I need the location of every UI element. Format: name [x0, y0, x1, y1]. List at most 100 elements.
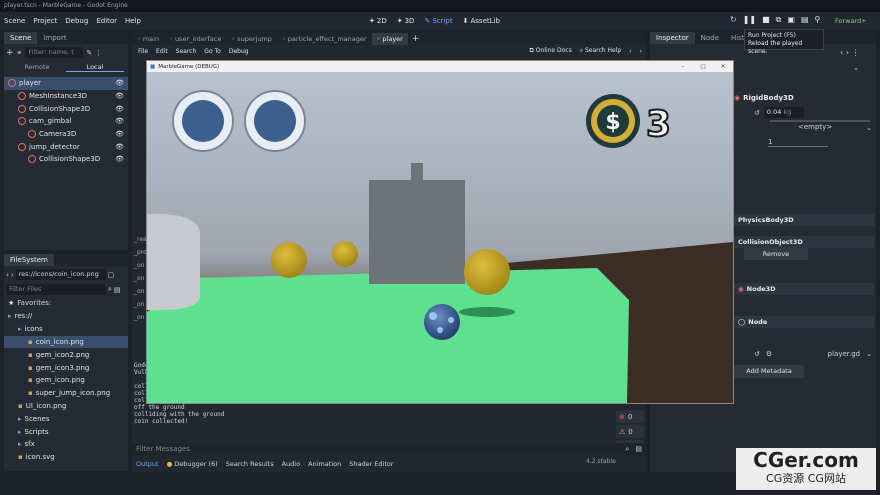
file-item[interactable]: ▪ gem_icon.png — [4, 374, 128, 387]
menu-scene[interactable]: Scene — [0, 17, 29, 25]
add-node-icon[interactable]: + — [6, 48, 14, 58]
add-tab-icon[interactable]: + — [408, 34, 424, 44]
gravity-scale-value[interactable]: 1 — [768, 138, 772, 146]
script-menu-goto[interactable]: Go To — [200, 48, 225, 55]
history-forward-icon[interactable]: › — [846, 48, 849, 57]
mass-slider[interactable] — [770, 120, 870, 122]
scene-node-row[interactable]: MeshInstance3D 👁 — [4, 90, 128, 103]
favorites-row[interactable]: ★ Favorites: — [4, 296, 128, 310]
error-icon[interactable]: ⊗ — [619, 413, 625, 421]
inspector-menu-icon[interactable]: ⋮ — [852, 48, 860, 57]
run-custom-icon[interactable]: ⚲ — [815, 15, 821, 25]
tab-scene[interactable]: Scene — [4, 32, 38, 44]
script-menu-file[interactable]: File — [134, 48, 152, 55]
menu-editor[interactable]: Editor — [92, 17, 121, 25]
visibility-eye-icon[interactable]: 👁 — [115, 143, 124, 151]
forward-icon[interactable]: › — [11, 271, 14, 279]
reload-icon[interactable]: ↻ — [730, 15, 737, 25]
prev-icon[interactable]: ‹ — [625, 48, 635, 55]
scene-node-row[interactable]: Camera3D 👁 — [4, 128, 128, 141]
remote-tab[interactable]: Remote — [8, 63, 66, 72]
warning-icon[interactable]: ⚠ — [619, 428, 625, 436]
mass-field[interactable]: 0.04 kg — [763, 107, 804, 118]
revert-icon[interactable]: ↺ — [754, 109, 760, 117]
file-item[interactable]: ▸ Scenes — [4, 412, 128, 425]
editor-tab[interactable]: ◦ user_interface — [164, 33, 226, 45]
script-dropdown-icon[interactable]: ⌄ — [866, 350, 872, 358]
physicsbody-section[interactable]: PhysicsBody3D — [734, 214, 874, 226]
editor-tab[interactable]: ◦ particle_effect_manager — [277, 33, 372, 45]
split-icon[interactable]: ▢ — [108, 271, 115, 279]
file-item[interactable]: ▪ gem_icon3.png — [4, 361, 128, 374]
back-icon[interactable]: ‹ — [6, 271, 9, 279]
visibility-eye-icon[interactable]: 👁 — [115, 105, 124, 113]
scene-node-row[interactable]: CollisionShape3D 👁 — [4, 102, 128, 115]
node-section[interactable]: ◯ Node — [734, 316, 874, 328]
editor-tab[interactable]: ◦ main — [132, 33, 164, 45]
local-tab[interactable]: Local — [66, 63, 124, 72]
rigidbody-header[interactable]: ◉ RigidBody3D — [734, 94, 794, 102]
tab-inspector[interactable]: Inspector — [650, 32, 695, 44]
file-item[interactable]: ▸ res:// — [4, 310, 128, 323]
bottom-tab[interactable]: Search Results — [222, 460, 278, 468]
file-filter-input[interactable]: Filter Files — [6, 284, 106, 295]
maximize-icon[interactable]: □ — [693, 64, 713, 70]
scene-node-row[interactable]: jump_detector 👁 — [4, 140, 128, 153]
scene-filter-input[interactable]: Filter: name, t — [25, 47, 84, 58]
material-dropdown-icon[interactable]: ⌄ — [866, 124, 872, 132]
script-revert-icon[interactable]: ↺ — [754, 350, 760, 358]
file-item[interactable]: ▪ gem_icon2.png — [4, 348, 128, 361]
history-back-icon[interactable]: ‹ — [840, 48, 843, 57]
file-item[interactable]: ▸ sfx — [4, 438, 128, 451]
workspace-script-button[interactable]: ✎ Script — [419, 17, 457, 25]
attach-script-icon[interactable]: ✎ — [86, 49, 92, 57]
tab-import[interactable]: Import — [37, 32, 72, 44]
bottom-tab[interactable]: Animation — [304, 460, 345, 468]
file-item[interactable]: ▪ icon.svg — [4, 451, 128, 464]
bottom-tab[interactable]: ● Debugger (6) — [163, 460, 222, 468]
script-menu-debug[interactable]: Debug — [225, 48, 253, 55]
file-menu-icon[interactable]: ▤ — [114, 286, 121, 294]
filter-menu-icon[interactable]: ▤ — [635, 445, 642, 453]
movie-icon[interactable]: ▣ — [787, 15, 795, 25]
scene-node-row[interactable]: player 👁 — [4, 77, 128, 90]
renderer-select[interactable]: Forward+ — [835, 17, 867, 25]
scene-node-row[interactable]: CollisionShape3D 👁 — [4, 153, 128, 166]
menu-help[interactable]: Help — [121, 17, 145, 25]
visibility-eye-icon[interactable]: 👁 — [115, 92, 124, 100]
bottom-tab[interactable]: Output — [132, 460, 163, 468]
file-item[interactable]: ▸ Scripts — [4, 425, 128, 438]
workspace-2d-button[interactable]: ✦ 2D — [364, 17, 392, 25]
minimize-icon[interactable]: – — [673, 64, 693, 70]
menu-project[interactable]: Project — [29, 17, 61, 25]
file-item[interactable]: ▪ super_jump_icon.png — [4, 387, 128, 400]
visibility-eye-icon[interactable]: 👁 — [115, 79, 124, 87]
filter-messages-input[interactable]: Filter Messages — [136, 445, 625, 453]
disable-mode-select[interactable]: Remove — [744, 248, 808, 260]
add-metadata-button[interactable]: Add Metadata — [734, 365, 804, 378]
script-value[interactable]: player.gd — [778, 350, 860, 358]
file-item[interactable]: ▪ coin_icon.png — [4, 335, 128, 349]
visibility-eye-icon[interactable]: 👁 — [115, 117, 124, 125]
remote-debug-icon[interactable]: ⧉ — [776, 15, 782, 25]
physics-material-value[interactable]: <empty> — [798, 123, 832, 131]
stop-icon[interactable]: ■ — [762, 15, 770, 25]
workspace-3d-button[interactable]: ✦ 3D — [392, 17, 420, 25]
link-icon[interactable]: ⚭ — [17, 49, 23, 57]
next-icon[interactable]: › — [636, 48, 646, 55]
run-current-icon[interactable]: ▤ — [801, 15, 809, 25]
script-menu-search[interactable]: Search — [172, 48, 201, 55]
pause-icon[interactable]: ❚❚ — [743, 15, 756, 25]
script-menu-edit[interactable]: Edit — [152, 48, 172, 55]
gravity-slider[interactable] — [768, 146, 828, 147]
path-input[interactable]: res://icons/coin_icon.png — [15, 269, 106, 280]
workspace-assetlib-button[interactable]: ⬇ AssetLib — [458, 17, 505, 25]
scene-node-row[interactable]: cam_gimbal 👁 — [4, 115, 128, 128]
menu-debug[interactable]: Debug — [61, 17, 92, 25]
node3d-section[interactable]: ◉ Node3D — [734, 283, 874, 295]
bottom-tab[interactable]: Audio — [278, 460, 304, 468]
online-docs-link[interactable]: ⧉ Online Docs — [526, 47, 576, 55]
collisionobject-section[interactable]: CollisionObject3D — [734, 236, 874, 248]
visibility-eye-icon[interactable]: 👁 — [115, 155, 124, 163]
editor-tab[interactable]: ◦ player — [371, 32, 408, 45]
